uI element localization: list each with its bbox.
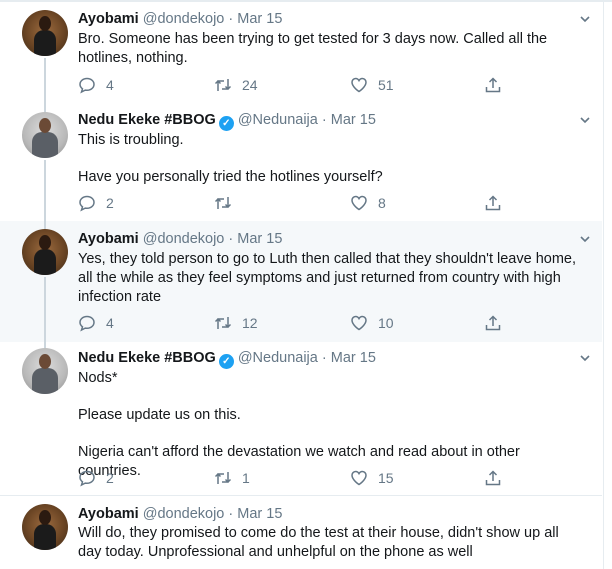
chevron-down-icon[interactable]: [580, 353, 590, 363]
share-button[interactable]: [484, 468, 502, 488]
like-button[interactable]: 10: [350, 313, 394, 333]
retweet-icon: [214, 197, 232, 209]
tweet-header: Nedu Ekeke #BBOG ✓ @Nedunaija · Mar 15: [78, 112, 376, 131]
reply-count: 2: [106, 195, 114, 211]
tweet-text: Yes, they told person to go to Luth then…: [78, 251, 576, 305]
like-button[interactable]: 8: [350, 193, 386, 213]
tweet-header: Ayobami @dondekojo · Mar 15: [78, 11, 282, 27]
display-name[interactable]: Ayobami: [78, 231, 139, 247]
avatar[interactable]: [22, 10, 68, 56]
tweet-actions: 2 8: [78, 193, 518, 213]
retweet-icon: [214, 472, 232, 484]
display-name[interactable]: Ayobami: [78, 506, 139, 522]
chevron-down-icon[interactable]: [580, 115, 590, 125]
user-handle[interactable]: @Nedunaija: [238, 112, 318, 128]
share-button[interactable]: [484, 313, 502, 333]
display-name[interactable]: Nedu Ekeke #BBOG: [78, 350, 216, 366]
thread-line: [44, 221, 46, 229]
user-handle[interactable]: @dondekojo: [143, 506, 225, 522]
reply-button[interactable]: 4: [78, 313, 114, 333]
retweet-button[interactable]: 12: [214, 313, 258, 333]
separator-dot: ·: [228, 506, 234, 522]
reply-button[interactable]: 4: [78, 75, 114, 95]
like-count: 8: [378, 195, 386, 211]
share-button[interactable]: [484, 75, 502, 95]
retweet-icon: [214, 79, 232, 91]
thread-line: [44, 104, 46, 112]
user-handle[interactable]: @dondekojo: [143, 231, 225, 247]
reply-icon: [79, 77, 95, 94]
avatar[interactable]: [22, 348, 68, 394]
tweet-date[interactable]: Mar 15: [331, 112, 376, 128]
share-icon: [485, 315, 501, 331]
separator-dot: ·: [228, 231, 234, 247]
chevron-down-icon[interactable]: [580, 234, 590, 244]
tweet-date[interactable]: Mar 15: [237, 231, 282, 247]
tweet[interactable]: Nedu Ekeke #BBOG ✓ @Nedunaija · Mar 15 Thi…: [0, 104, 602, 221]
retweet-button[interactable]: [214, 193, 242, 213]
tweet-date[interactable]: Mar 15: [331, 350, 376, 366]
thread-line: [44, 277, 46, 342]
heart-icon: [351, 470, 367, 486]
share-icon: [485, 77, 501, 93]
like-button[interactable]: 51: [350, 75, 394, 95]
tweet-text: Nods* Please update us on this. Nigeria …: [78, 370, 520, 479]
tweet[interactable]: Ayobami @dondekojo · Mar 15 Yes, they to…: [0, 221, 602, 342]
reply-count: 2: [106, 470, 114, 486]
verified-badge-icon: ✓: [218, 354, 234, 369]
tweet-actions: 2 1 15: [78, 468, 518, 488]
tweet[interactable]: Nedu Ekeke #BBOG ✓ @Nedunaija · Mar 15 Nod…: [0, 342, 602, 496]
retweet-icon: [214, 317, 232, 329]
retweet-count: 24: [242, 77, 258, 93]
tweet-date[interactable]: Mar 15: [237, 11, 282, 27]
tweet-date[interactable]: Mar 15: [237, 506, 282, 522]
separator-dot: ·: [321, 112, 327, 128]
like-button[interactable]: 15: [350, 468, 394, 488]
share-icon: [485, 195, 501, 211]
retweet-count: 1: [242, 470, 250, 486]
reply-count: 4: [106, 77, 114, 93]
reply-icon: [79, 470, 95, 487]
tweet-text: Will do, they promised to come do the te…: [78, 525, 559, 560]
tweet[interactable]: Ayobami @dondekojo · Mar 15 Will do, the…: [0, 496, 602, 569]
separator-dot: ·: [228, 11, 234, 27]
thread-line: [44, 160, 46, 221]
user-handle[interactable]: @Nedunaija: [238, 350, 318, 366]
avatar[interactable]: [22, 504, 68, 550]
avatar[interactable]: [22, 112, 68, 158]
tweet-actions: 4 24 51: [78, 75, 518, 95]
tweet-text: Bro. Someone has been trying to get test…: [78, 31, 548, 66]
tweet-header: Ayobami @dondekojo · Mar 15: [78, 231, 282, 247]
display-name[interactable]: Nedu Ekeke #BBOG: [78, 112, 216, 128]
reply-icon: [79, 195, 95, 212]
tweet-header: Ayobami @dondekojo · Mar 15: [78, 506, 282, 522]
like-count: 51: [378, 77, 394, 93]
tweet-text: This is troubling. Have you personally t…: [78, 132, 383, 185]
heart-icon: [351, 195, 367, 211]
heart-icon: [351, 77, 367, 93]
user-handle[interactable]: @dondekojo: [143, 11, 225, 27]
retweet-button[interactable]: 24: [214, 75, 258, 95]
like-count: 15: [378, 470, 394, 486]
chevron-down-icon[interactable]: [580, 14, 590, 24]
reply-icon: [79, 315, 95, 332]
verified-badge-icon: ✓: [218, 116, 234, 131]
avatar[interactable]: [22, 229, 68, 275]
share-button[interactable]: [484, 193, 502, 213]
reply-button[interactable]: 2: [78, 468, 114, 488]
reply-button[interactable]: 2: [78, 193, 114, 213]
tweet-actions: 4 12 10: [78, 313, 518, 333]
tweet[interactable]: Ayobami @dondekojo · Mar 15 Bro. Someone…: [0, 2, 602, 104]
like-count: 10: [378, 315, 394, 331]
retweet-button[interactable]: 1: [214, 468, 250, 488]
separator-dot: ·: [321, 350, 327, 366]
share-icon: [485, 470, 501, 486]
tweet-header: Nedu Ekeke #BBOG ✓ @Nedunaija · Mar 15: [78, 350, 376, 369]
right-border: [603, 0, 604, 569]
retweet-count: 12: [242, 315, 258, 331]
heart-icon: [351, 315, 367, 331]
reply-count: 4: [106, 315, 114, 331]
thread-line: [44, 58, 46, 104]
display-name[interactable]: Ayobami: [78, 11, 139, 27]
